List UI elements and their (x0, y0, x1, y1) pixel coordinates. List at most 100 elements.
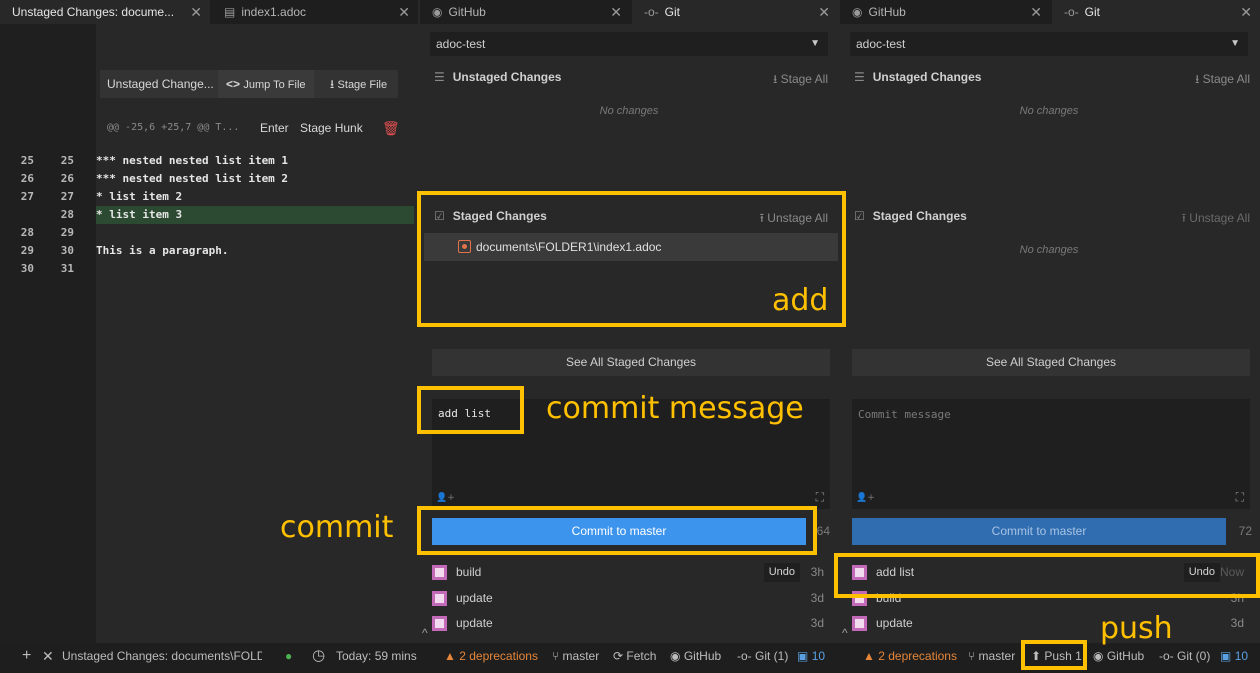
line-text: This is a paragraph. (96, 244, 229, 257)
staged-title-label: Staged Changes (872, 209, 967, 223)
diff-line[interactable]: 30 31 (0, 260, 414, 278)
stage-all-button[interactable]: ⭳ Stage All (1195, 70, 1250, 91)
diff-line-added[interactable]: 28 * list item 3 (0, 206, 414, 224)
git-commit-icon: -o- (644, 5, 659, 19)
panel1-tab-bar: ◉ GitHub ✕ -o- Git ✕ (420, 0, 838, 24)
line-text: * list item 3 (96, 206, 414, 224)
stage-file-button[interactable]: ⭳ Stage File (324, 70, 393, 98)
add-icon[interactable]: + (22, 643, 31, 669)
github-icon: ◉ (1093, 649, 1104, 663)
repo-selector[interactable]: adoc-test ▼ (430, 32, 828, 56)
jump-to-file-label: Jump To File (243, 79, 306, 91)
upload-icon: ⭱ (1181, 211, 1186, 225)
diff-line[interactable]: 29 30 This is a paragraph. (0, 242, 414, 260)
branch-label: master (978, 649, 1016, 663)
old-line-number: 25 (20, 154, 34, 167)
undo-button[interactable]: Undo (763, 563, 800, 582)
fetch-button[interactable]: ⟳ Fetch (613, 643, 656, 669)
line-number-gutter (0, 24, 96, 643)
git-panel-2: adoc-test ▼ ☰ Unstaged Changes ⭳ Stage Al… (840, 24, 1260, 643)
commit-message-placeholder: Commit message (858, 408, 951, 421)
expand-icon[interactable]: ⛶ (1236, 490, 1244, 505)
close-icon[interactable]: ✕ (398, 0, 410, 24)
tab-index1-adoc[interactable]: ▤ index1.adoc ✕ (212, 0, 418, 24)
commit-message-editor[interactable]: Commit message 👤+ ⛶ (852, 399, 1250, 509)
package-status[interactable]: ▣ 10 (797, 643, 825, 669)
annotation-box-commit (417, 506, 817, 555)
new-line-number: 30 (60, 244, 74, 257)
close-icon[interactable]: ✕ (818, 0, 830, 24)
hunk-header: @@ -25,6 +25,7 @@ T... Enter Stage Hunk … (100, 116, 400, 140)
close-icon[interactable]: ✕ (1030, 0, 1042, 24)
new-line-number: 27 (60, 190, 74, 203)
branch-button[interactable]: ⑂ master (552, 643, 599, 669)
commit-row[interactable]: build Undo 3h (430, 560, 830, 585)
git-status-button[interactable]: -o- Git (0) (1159, 643, 1210, 669)
repo-selector[interactable]: adoc-test ▼ (850, 32, 1248, 56)
tab-github[interactable]: ◉ GitHub ✕ (840, 0, 1050, 24)
git-status-button[interactable]: -o- Git (1) (737, 643, 788, 669)
chevron-down-icon: ▼ (1230, 38, 1240, 49)
tab-label: Git (1084, 5, 1101, 19)
close-icon[interactable]: ✕ (1240, 0, 1252, 24)
close-icon[interactable]: ✕ (610, 0, 622, 24)
stage-all-button[interactable]: ⭳ Stage All (773, 70, 828, 91)
staged-empty: No changes (1019, 244, 1079, 256)
package-status[interactable]: ▣ 10 (1220, 643, 1260, 669)
status-dot-icon: ● (285, 649, 293, 663)
unstaged-empty: No changes (599, 105, 659, 117)
package-icon: ▣ (1220, 649, 1232, 663)
fetch-label: Fetch (626, 649, 657, 663)
warning-icon: ▲ (444, 649, 456, 663)
trash-icon[interactable]: 🗑 (382, 116, 400, 140)
commit-button[interactable]: Commit to master (852, 518, 1226, 545)
deprecations-link[interactable]: ▲ 2 deprecations (444, 643, 538, 669)
coauthor-icon[interactable]: 👤+ (856, 493, 875, 503)
coauthor-icon[interactable]: 👤+ (436, 493, 455, 503)
jump-to-file-button[interactable]: <> Jump To File (218, 70, 314, 98)
see-all-staged-button[interactable]: See All Staged Changes (852, 349, 1250, 376)
diff-line[interactable]: 25 25 *** nested nested list item 1 (0, 152, 414, 170)
sync-icon: ⟳ (613, 649, 624, 663)
annotation-push: push (1100, 611, 1173, 646)
tab-github[interactable]: ◉ GitHub ✕ (420, 0, 630, 24)
git-label: Git (1) (755, 649, 789, 663)
commit-row[interactable]: update 3d (430, 586, 830, 611)
see-all-staged-button[interactable]: See All Staged Changes (432, 349, 830, 376)
stage-hunk-button[interactable]: Stage Hunk (300, 116, 363, 140)
github-status-button[interactable]: ◉ GitHub (670, 643, 721, 669)
annotation-box-push (1021, 640, 1087, 670)
github-icon: ◉ (670, 649, 681, 663)
new-line-number: 26 (60, 172, 74, 185)
commit-row[interactable]: update 3d (850, 611, 1250, 636)
diff-line[interactable]: 26 26 *** nested nested list item 2 (0, 170, 414, 188)
chevron-up-icon[interactable]: ^ (422, 626, 428, 640)
unstaged-empty: No changes (1019, 105, 1079, 117)
close-icon[interactable]: ✕ (42, 643, 54, 669)
tab-git[interactable]: -o- Git ✕ (1052, 0, 1260, 24)
download-icon: ⭳ (1195, 72, 1200, 86)
stage-file-label: Stage File (337, 79, 388, 91)
commit-time: 3d (810, 591, 824, 605)
commit-row[interactable]: update 3d (430, 611, 830, 636)
tab-git[interactable]: -o- Git ✕ (632, 0, 838, 24)
github-status-button[interactable]: ◉ GitHub (1093, 643, 1144, 669)
git-label: Git (0) (1177, 649, 1211, 663)
chevron-up-icon[interactable]: ^ (842, 626, 848, 640)
close-icon[interactable]: ✕ (190, 0, 202, 24)
commit-time: 3d (1230, 616, 1244, 630)
diff-line[interactable]: 27 27 * list item 2 (0, 188, 414, 206)
github-label: GitHub (1106, 649, 1145, 663)
deprecations-link[interactable]: ▲ 2 deprecations (863, 643, 957, 669)
avatar (432, 565, 447, 580)
package-icon: ▣ (797, 649, 809, 663)
annotation-commit-message: commit message (546, 391, 804, 426)
deprecations-label: 2 deprecations (459, 649, 538, 663)
unstage-all-button[interactable]: ⭱ Unstage All (1182, 209, 1250, 230)
old-line-number: 30 (20, 262, 34, 275)
diff-file-header: Unstaged Change... <> Jump To File ⭳ Sta… (100, 70, 398, 98)
branch-button[interactable]: ⑂ master (968, 643, 1015, 669)
tab-unstaged-changes[interactable]: Unstaged Changes: docume... ✕ (0, 0, 210, 24)
diff-line[interactable]: 28 29 (0, 224, 414, 242)
expand-icon[interactable]: ⛶ (816, 490, 824, 505)
